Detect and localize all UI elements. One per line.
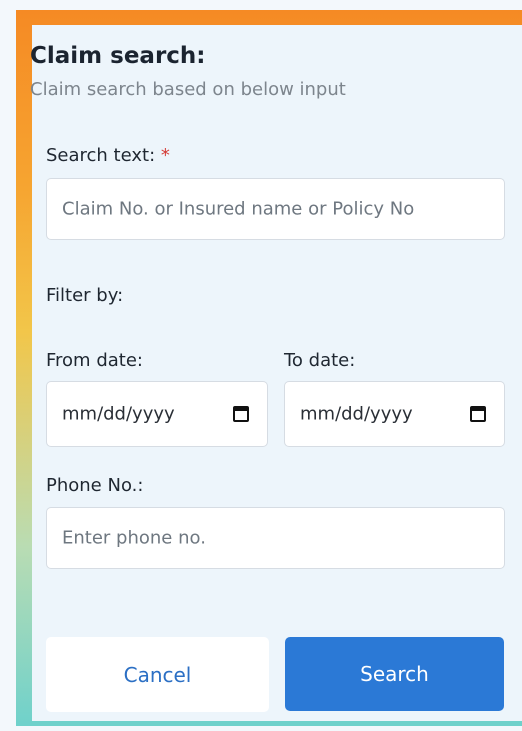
search-text-label: Search text: * xyxy=(46,145,170,166)
cancel-button[interactable]: Cancel xyxy=(46,637,269,712)
search-button[interactable]: Search xyxy=(285,637,504,711)
search-text-input[interactable]: Claim No. or Insured name or Policy No xyxy=(46,178,505,240)
phone-label: Phone No.: xyxy=(46,475,144,496)
calendar-icon[interactable] xyxy=(470,406,486,422)
phone-placeholder: Enter phone no. xyxy=(62,527,206,549)
form-title: Claim search: xyxy=(30,43,206,69)
from-date-input[interactable]: mm/dd/yyyy xyxy=(46,381,268,447)
to-date-label: To date: xyxy=(284,350,356,371)
required-marker: * xyxy=(160,145,170,166)
to-date-value: mm/dd/yyyy xyxy=(300,403,413,425)
calendar-icon[interactable] xyxy=(233,406,249,422)
from-date-label: From date: xyxy=(46,350,143,371)
search-text-placeholder: Claim No. or Insured name or Policy No xyxy=(62,198,415,220)
form-subtitle: Claim search based on below input xyxy=(30,79,346,100)
to-date-input[interactable]: mm/dd/yyyy xyxy=(284,381,505,447)
from-date-value: mm/dd/yyyy xyxy=(62,403,175,425)
claim-search-panel xyxy=(32,25,522,722)
search-text-label-text: Search text: xyxy=(46,145,156,166)
phone-input[interactable]: Enter phone no. xyxy=(46,507,505,569)
filter-by-label: Filter by: xyxy=(46,285,124,306)
